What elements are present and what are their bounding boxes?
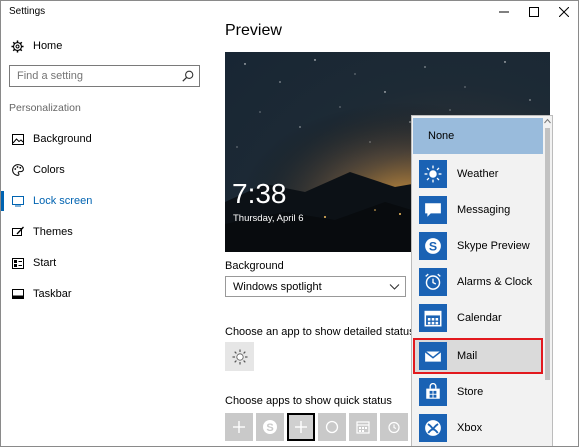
background-label: Background bbox=[225, 260, 284, 272]
flyout-item-messaging[interactable]: Messaging bbox=[413, 192, 543, 228]
sidebar-item-background[interactable]: Background bbox=[1, 128, 211, 150]
preview-date: Thursday, April 6 bbox=[233, 213, 304, 224]
flyout-item-mail[interactable]: Mail bbox=[413, 338, 543, 374]
home-link[interactable]: Home bbox=[11, 39, 62, 53]
sidebar-item-label: Start bbox=[33, 257, 57, 269]
quick-status-row: S bbox=[225, 413, 408, 441]
sidebar-item-lock-screen[interactable]: Lock screen bbox=[1, 190, 211, 212]
selection-indicator bbox=[1, 191, 4, 211]
flyout-item-none[interactable]: None bbox=[413, 118, 543, 154]
flyout-item-alarms-clock[interactable]: Alarms & Clock bbox=[413, 264, 543, 300]
message-icon bbox=[425, 203, 441, 217]
flyout-item-label: Skype Preview bbox=[457, 240, 530, 252]
maximize-icon bbox=[529, 7, 539, 17]
sidebar-item-label: Themes bbox=[33, 226, 73, 238]
window-title: Settings bbox=[9, 6, 46, 17]
quick-status-slot-6[interactable] bbox=[380, 413, 408, 441]
sidebar-item-start[interactable]: Start bbox=[1, 252, 211, 274]
minimize-button[interactable] bbox=[489, 1, 519, 23]
plus-icon bbox=[295, 421, 307, 433]
flyout-item-label: Mail bbox=[457, 350, 478, 362]
circle-icon bbox=[325, 420, 339, 434]
calendar-tile bbox=[419, 304, 447, 332]
flyout-item-skype-preview[interactable]: S Skype Preview bbox=[413, 228, 543, 264]
flyout-item-label: Alarms & Clock bbox=[457, 276, 533, 288]
alarm-icon bbox=[425, 273, 441, 290]
search-box[interactable] bbox=[9, 65, 200, 87]
home-label: Home bbox=[33, 40, 63, 52]
scroll-up-icon[interactable] bbox=[544, 118, 551, 124]
sidebar-item-label: Lock screen bbox=[33, 195, 93, 207]
flyout-item-label: Xbox bbox=[457, 422, 483, 434]
quick-status-slot-2[interactable]: S bbox=[256, 413, 284, 441]
flyout-item-calendar[interactable]: Calendar bbox=[413, 300, 543, 336]
flyout-scrollbar[interactable] bbox=[543, 116, 552, 446]
close-icon bbox=[559, 7, 569, 17]
background-dropdown[interactable]: Windows spotlight bbox=[225, 276, 406, 297]
messaging-tile bbox=[419, 196, 447, 224]
calendar-icon bbox=[424, 310, 442, 327]
sun-icon bbox=[232, 349, 247, 364]
detail-status-label: Choose an app to show detailed status bbox=[225, 326, 415, 338]
brush-icon bbox=[12, 226, 24, 238]
quick-status-slot-3[interactable] bbox=[287, 413, 315, 441]
xbox-tile bbox=[419, 414, 447, 442]
skype-tile: S bbox=[419, 232, 447, 260]
plus-icon bbox=[233, 421, 245, 433]
scrollbar-thumb[interactable] bbox=[545, 128, 550, 380]
weather-tile bbox=[419, 160, 447, 188]
svg-text:S: S bbox=[429, 240, 437, 254]
flyout-item-label: Weather bbox=[457, 168, 499, 180]
store-icon bbox=[426, 383, 440, 399]
minimize-icon bbox=[499, 11, 509, 13]
preview-title: Preview bbox=[225, 22, 282, 39]
search-input[interactable] bbox=[17, 67, 177, 85]
start-icon bbox=[12, 257, 24, 269]
flyout-item-label: Messaging bbox=[457, 204, 511, 216]
sidebar-item-colors[interactable]: Colors bbox=[1, 159, 211, 181]
close-button[interactable] bbox=[549, 1, 578, 23]
sidebar-item-label: Taskbar bbox=[33, 288, 72, 300]
flyout-item-label: Store bbox=[457, 386, 484, 398]
quick-status-label: Choose apps to show quick status bbox=[225, 395, 392, 407]
preview-time: 7:38 bbox=[232, 178, 287, 209]
flyout-item-xbox[interactable]: Xbox bbox=[413, 410, 543, 446]
image-icon bbox=[12, 133, 24, 145]
sidebar-item-label: Background bbox=[33, 133, 92, 145]
search-icon[interactable] bbox=[182, 70, 194, 82]
flyout-item-label: Calendar bbox=[457, 312, 502, 324]
alarms-tile bbox=[419, 268, 447, 296]
svg-text:S: S bbox=[266, 422, 273, 434]
gear-icon bbox=[11, 39, 24, 53]
sun-icon bbox=[424, 165, 442, 183]
sidebar-item-label: Colors bbox=[33, 164, 65, 176]
palette-icon bbox=[12, 164, 24, 176]
detail-status-app-button[interactable] bbox=[225, 342, 254, 371]
title-bar: Settings bbox=[1, 1, 578, 23]
quick-status-slot-5[interactable] bbox=[349, 413, 377, 441]
mail-tile bbox=[419, 342, 447, 370]
calendar-icon bbox=[356, 421, 370, 434]
lock-screen-icon bbox=[12, 195, 24, 207]
taskbar-icon bbox=[12, 288, 24, 300]
quick-status-slot-4[interactable] bbox=[318, 413, 346, 441]
xbox-icon bbox=[425, 420, 441, 436]
flyout-item-store[interactable]: Store bbox=[413, 374, 543, 410]
alarm-icon bbox=[388, 421, 400, 434]
chevron-down-icon bbox=[389, 284, 400, 290]
skype-icon: S bbox=[425, 238, 441, 254]
quick-status-slot-1[interactable] bbox=[225, 413, 253, 441]
section-label-personalization: Personalization bbox=[9, 102, 81, 114]
mail-icon bbox=[424, 350, 442, 362]
flyout-item-weather[interactable]: Weather bbox=[413, 156, 543, 192]
flyout-item-label: None bbox=[428, 130, 455, 142]
sidebar-item-taskbar[interactable]: Taskbar bbox=[1, 283, 211, 305]
settings-window: Settings Home Perso bbox=[0, 0, 579, 447]
app-picker-flyout: None Weather Messaging S Skype Preview A… bbox=[411, 115, 553, 446]
maximize-button[interactable] bbox=[519, 1, 549, 23]
store-tile bbox=[419, 378, 447, 406]
sidebar-item-themes[interactable]: Themes bbox=[1, 221, 211, 243]
background-dropdown-value: Windows spotlight bbox=[233, 280, 322, 293]
skype-icon: S bbox=[263, 420, 277, 434]
